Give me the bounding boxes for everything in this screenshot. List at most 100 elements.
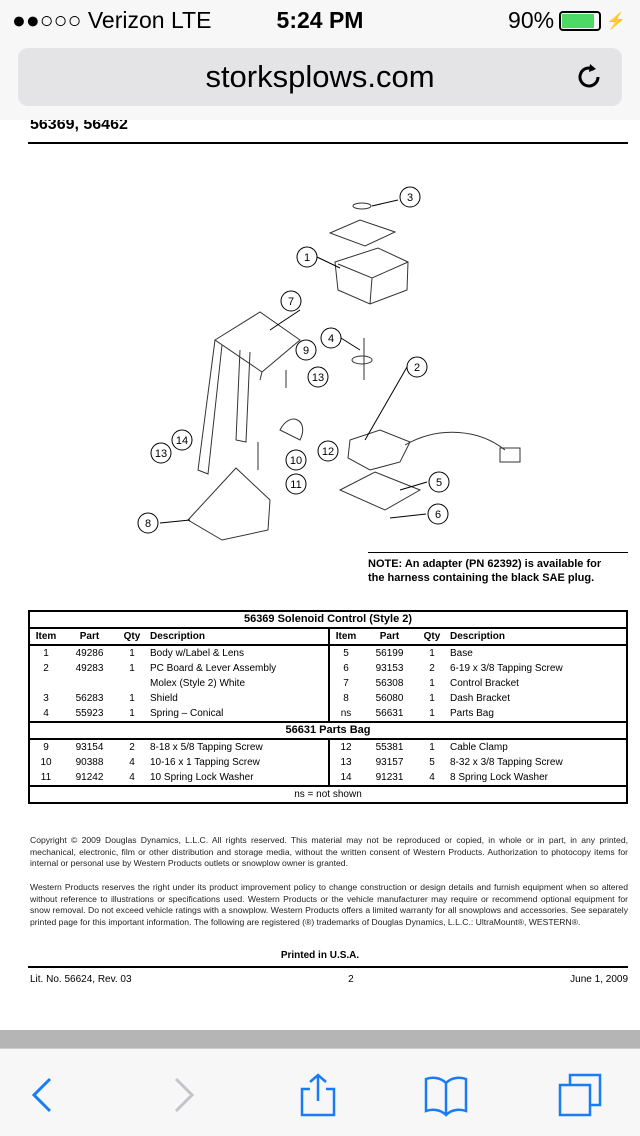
parts-table: 56369 Solenoid Control (Style 2) Item Par… (28, 610, 628, 804)
description-cell: PC Board & Lever Assembly (150, 663, 277, 674)
item-cell: 10 (40, 757, 52, 768)
description-cell: 10 Spring Lock Washer (150, 772, 254, 783)
charging-icon: ⚡ (606, 12, 626, 30)
callout-number: 2 (414, 362, 420, 374)
part-cell: 90388 (75, 757, 104, 768)
item-cell: 9 (43, 742, 49, 753)
table-row: 11 91242 4 10 Spring Lock Washer 14 91231 4 8 S… (29, 770, 627, 786)
description-cell: Shield (150, 693, 178, 704)
column-header: Part (362, 628, 417, 646)
qty-cell: 4 (129, 772, 135, 783)
qty-cell: 1 (429, 708, 435, 719)
table-title-row: 56369 Solenoid Control (Style 2) (29, 611, 627, 629)
callout-number: 7 (288, 296, 294, 308)
part-cell: 56199 (375, 648, 404, 659)
note-rule (368, 552, 628, 553)
column-header: Qty (417, 628, 447, 646)
part-cell: 49286 (75, 648, 104, 659)
item-cell (29, 676, 62, 691)
column-header: Description (447, 628, 627, 646)
item-cell: 11 (40, 772, 52, 783)
item-cell: 5 (328, 645, 362, 661)
description-cell: Cable Clamp (450, 742, 508, 753)
callout-number: 13 (312, 372, 324, 384)
column-headers: Item Part Qty Description Item Part Qty Descrip… (29, 628, 627, 646)
qty-cell (117, 676, 147, 691)
page-number: 2 (348, 974, 354, 985)
item-cell: 2 (43, 663, 49, 674)
table-row: 3 56283 1 Shield 8 56080 1 Dash Bracket (29, 691, 627, 706)
part-cell: 91242 (75, 772, 104, 783)
item-cell: 6 (328, 661, 362, 676)
back-icon[interactable] (22, 1073, 66, 1117)
part-cell: 55381 (375, 742, 404, 753)
callout-number: 13 (155, 448, 167, 460)
column-header: Item (29, 628, 62, 646)
item-cell: 12 (328, 739, 362, 755)
callout-number: 9 (303, 345, 309, 357)
table-row: 9 93154 2 8-18 x 5/8 Tapping Screw 12 55381 1 C… (29, 739, 627, 755)
description-cell: 8-32 x 3/8 Tapping Screw (450, 757, 563, 768)
footnote-row: ns = not shown (29, 785, 627, 803)
description-cell: Body w/Label & Lens (150, 648, 244, 659)
callout-number: 12 (322, 446, 334, 458)
bag-title: 56631 Parts Bag (29, 721, 627, 740)
description-cell: Control Bracket (450, 678, 519, 689)
exploded-parts-diagram: 3 1 7 4 9 2 13 14 13 12 10 11 5 6 8 (137, 186, 521, 541)
part-cell: 93154 (75, 742, 104, 753)
footer-rule (28, 966, 628, 968)
forward-icon[interactable] (160, 1073, 204, 1117)
description-cell: 8 Spring Lock Washer (450, 772, 549, 783)
printed-in: Printed in U.S.A. (280, 950, 360, 961)
qty-cell: 4 (129, 757, 135, 768)
description-cell: Dash Bracket (450, 693, 511, 704)
qty-cell: 1 (429, 742, 435, 753)
tabs-icon[interactable] (558, 1073, 602, 1117)
qty-cell: 1 (429, 678, 435, 689)
battery-percent: 90% (508, 7, 555, 33)
qty-cell: 5 (429, 757, 435, 768)
qty-cell: 1 (429, 648, 435, 659)
part-cell: 49283 (75, 663, 104, 674)
column-header: Item (328, 628, 362, 646)
qty-cell: 1 (429, 693, 435, 704)
column-header: Qty (117, 628, 147, 646)
description-cell: 10-16 x 1 Tapping Screw (150, 757, 260, 768)
page-footer: Lit. No. 56624, Rev. 03 2 June 1, 2009 (30, 974, 628, 985)
browser-toolbar (0, 1048, 640, 1136)
qty-cell: 1 (129, 663, 135, 674)
battery: 90% ⚡ (508, 7, 626, 34)
bookmarks-icon[interactable] (424, 1073, 468, 1117)
callout-number: 14 (176, 435, 188, 447)
item-cell: 1 (43, 648, 49, 659)
description-cell: Parts Bag (450, 708, 494, 719)
note-line: NOTE: An adapter (PN 62392) is available… (368, 558, 602, 570)
address-bar[interactable]: storksplows.com (18, 48, 622, 106)
column-header: Part (62, 628, 117, 646)
part-cell: 93153 (375, 663, 404, 674)
note: NOTE: An adapter (PN 62392) is available… (368, 557, 601, 585)
reload-icon[interactable] (572, 60, 606, 94)
share-icon[interactable] (296, 1073, 340, 1117)
table-row: 4 55923 1 Spring – Conical ns 56631 1 Parts Bag (29, 706, 627, 722)
callout-number: 3 (407, 192, 413, 204)
item-cell: 8 (328, 691, 362, 706)
callout-number: 11 (290, 479, 301, 491)
note-line: the harness containing the black SAE plu… (368, 572, 595, 584)
table-title: 56369 Solenoid Control (Style 2) (29, 611, 627, 629)
item-cell: 14 (328, 770, 362, 786)
callout-number: 8 (145, 518, 151, 530)
qty-cell: 1 (129, 708, 135, 719)
callout-number: 10 (290, 455, 302, 467)
callout-number: 5 (436, 477, 442, 489)
qty-cell: 1 (129, 693, 135, 704)
page-scroll-edge (0, 1030, 640, 1048)
item-cell: 7 (328, 676, 362, 691)
table-row: Molex (Style 2) White 7 56308 1 Control Brac… (29, 676, 627, 691)
column-header: Description (147, 628, 329, 646)
browser-header: storksplows.com (0, 40, 640, 120)
part-cell: 56308 (375, 678, 404, 689)
footnote: ns = not shown (29, 785, 627, 803)
callout-number: 4 (328, 333, 334, 345)
qty-cell: 4 (429, 772, 435, 783)
